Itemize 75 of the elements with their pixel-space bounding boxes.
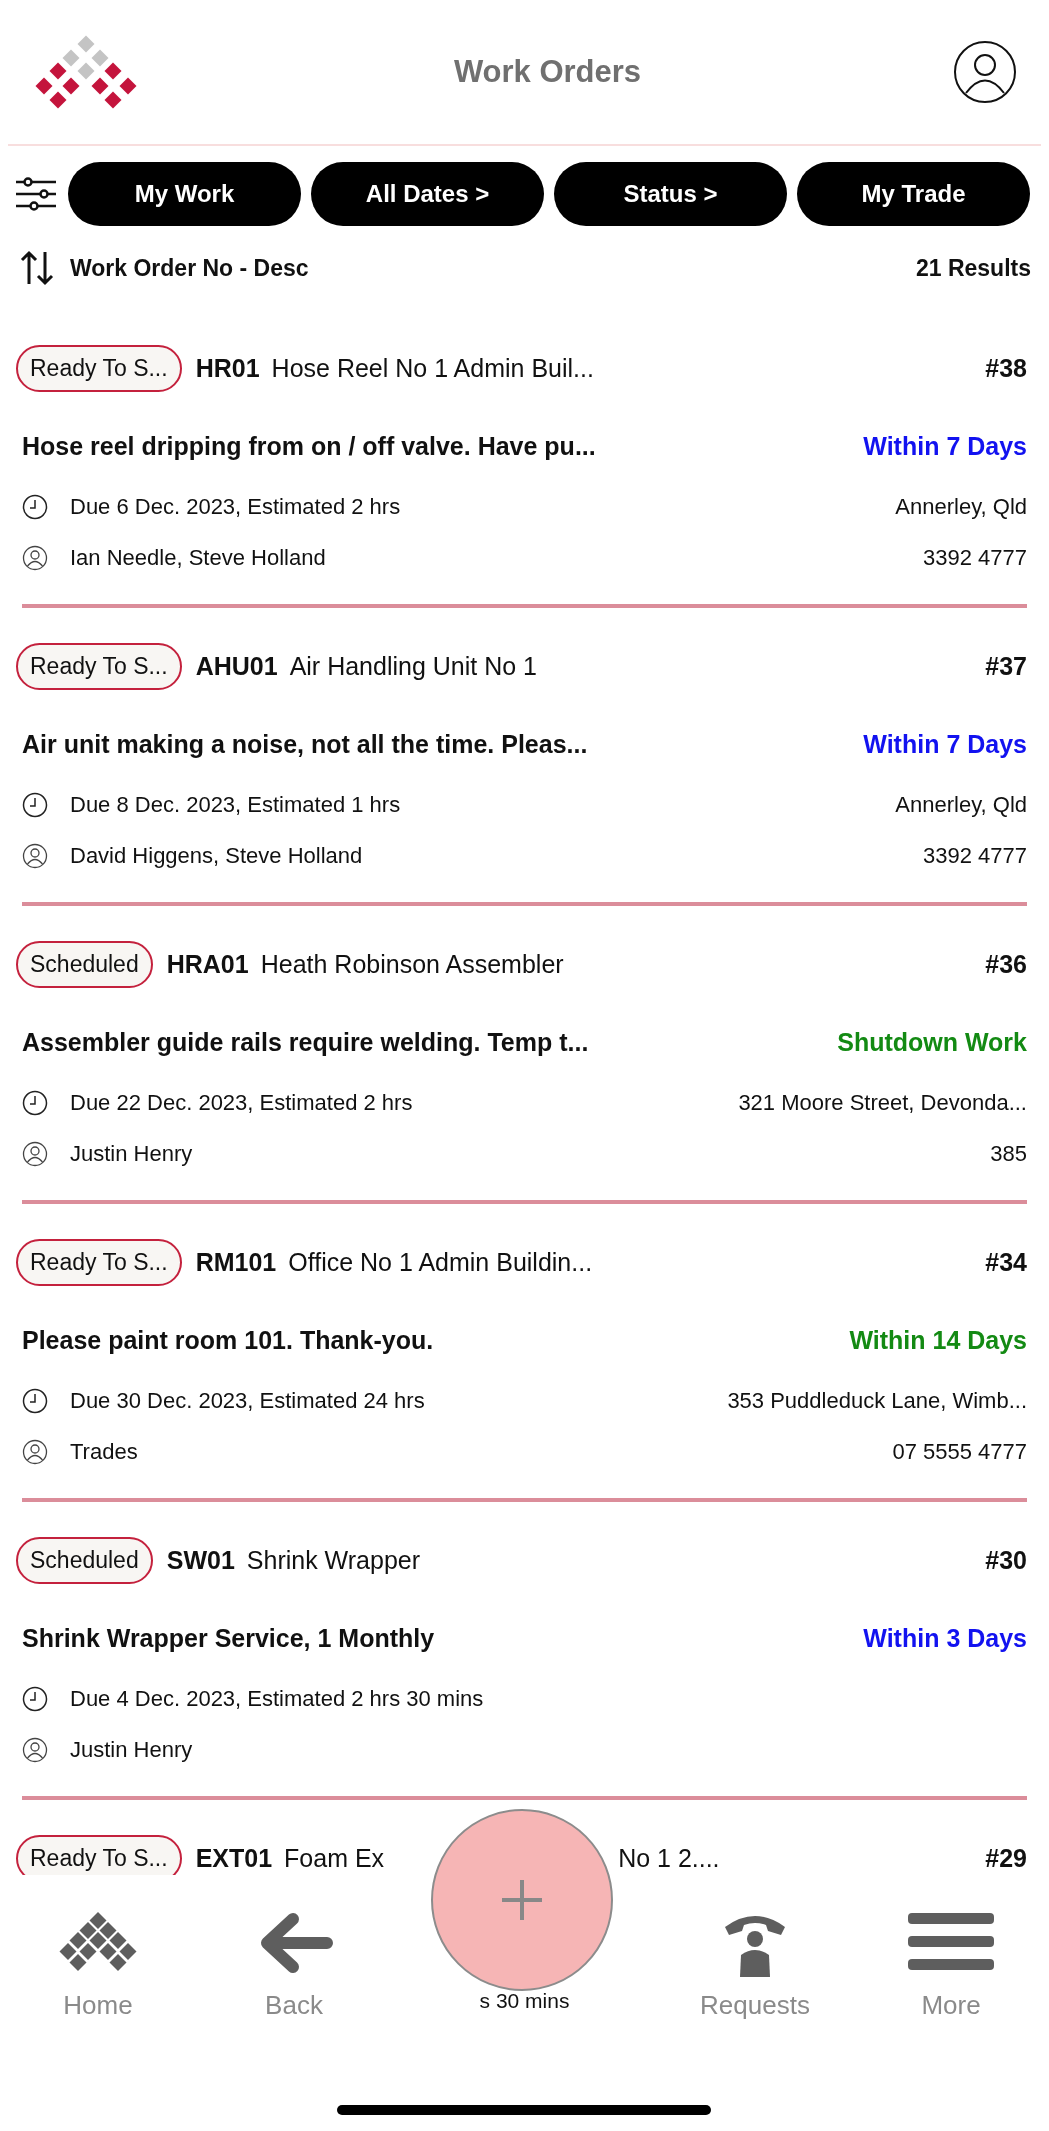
asset-code: HR01 bbox=[195, 353, 260, 383]
due-text: Due 22 Dec. 2023, Estimated 2 hrs bbox=[70, 1090, 413, 1116]
asset-code: SW01 bbox=[166, 1545, 235, 1575]
status-badge: Ready To S... bbox=[16, 1834, 182, 1875]
phone-text: 3392 4777 bbox=[923, 843, 1027, 869]
asset-name: Air Handling Unit No 1 bbox=[289, 651, 537, 681]
clock-icon bbox=[22, 1686, 48, 1712]
sort-label[interactable]: Work Order No - Desc bbox=[70, 254, 309, 282]
location-text: Annerley, Qld bbox=[895, 792, 1027, 818]
filter-button[interactable]: My Work bbox=[68, 162, 301, 226]
due-text: Due 8 Dec. 2023, Estimated 1 hrs bbox=[70, 792, 401, 818]
person-icon bbox=[22, 1439, 48, 1465]
order-number: #36 bbox=[985, 949, 1027, 979]
filter-sliders-icon[interactable] bbox=[14, 177, 58, 211]
results-count: 21 Results bbox=[915, 254, 1031, 282]
status-badge: Ready To S... bbox=[16, 642, 182, 690]
status-badge: Scheduled bbox=[16, 940, 153, 988]
assignees-text: Ian Needle, Steve Holland bbox=[70, 545, 326, 571]
person-icon bbox=[22, 1737, 48, 1763]
priority-label: Shutdown Work bbox=[837, 1027, 1027, 1057]
order-title[interactable]: Assembler guide rails require welding. Temp t... bbox=[22, 1027, 589, 1057]
order-title[interactable]: Air unit making a noise, not all the time. Pleas... bbox=[22, 729, 588, 759]
asset-name: Hose Reel No 1 Admin Buil... bbox=[271, 353, 594, 383]
filter-button[interactable]: Status > bbox=[554, 162, 787, 226]
due-text: Due 30 Dec. 2023, Estimated 24 hrs bbox=[70, 1388, 425, 1414]
order-number: #30 bbox=[985, 1545, 1027, 1575]
location-text: 321 Moore Street, Devonda... bbox=[738, 1090, 1027, 1116]
assignees-text: Trades bbox=[70, 1439, 138, 1465]
clock-icon bbox=[22, 1388, 48, 1414]
asset-name: Heath Robinson Assembler bbox=[260, 949, 564, 979]
assignees-text: Justin Henry bbox=[70, 1141, 193, 1167]
priority-label: Within 14 Days bbox=[849, 1325, 1027, 1355]
order-number: #34 bbox=[985, 1247, 1027, 1277]
asset-name: Office No 1 Admin Buildin... bbox=[288, 1247, 593, 1277]
plus-icon bbox=[500, 1878, 544, 1922]
priority-label: Within 7 Days bbox=[863, 729, 1027, 759]
priority-label: Within 3 Days bbox=[863, 1623, 1027, 1653]
order-title[interactable]: Hose reel dripping from on / off valve. Have pu... bbox=[22, 431, 596, 461]
profile-icon[interactable] bbox=[953, 40, 1017, 104]
due-text: s 30 mins bbox=[479, 1989, 570, 2013]
person-icon bbox=[22, 545, 48, 571]
phone-text: 3392 4777 bbox=[923, 545, 1027, 571]
location-text: Annerley, Qld bbox=[895, 494, 1027, 520]
due-text: Due 6 Dec. 2023, Estimated 2 hrs bbox=[70, 494, 401, 520]
filter-button[interactable]: All Dates > bbox=[311, 162, 544, 226]
priority-label: Within 7 Days bbox=[863, 431, 1027, 461]
page-title: Work Orders bbox=[453, 54, 642, 90]
clock-icon bbox=[22, 792, 48, 818]
asset-name: Foam Ex bbox=[284, 1843, 385, 1873]
asset-name: No 1 2.... bbox=[618, 1843, 720, 1873]
clock-icon bbox=[22, 494, 48, 520]
order-title[interactable]: Please paint room 101. Thank-you. bbox=[22, 1325, 434, 1355]
order-title[interactable]: Shrink Wrapper Service, 1 Monthly bbox=[22, 1623, 435, 1653]
due-text: Due 4 Dec. 2023, Estimated 2 hrs 30 mins bbox=[70, 1686, 484, 1712]
status-badge: Scheduled bbox=[16, 1536, 153, 1584]
person-icon bbox=[22, 843, 48, 869]
assignees-text: David Higgens, Steve Holland bbox=[70, 843, 363, 869]
location-text: 353 Puddleduck Lane, Wimb... bbox=[727, 1388, 1027, 1414]
order-number: #38 bbox=[985, 353, 1027, 383]
asset-name: Shrink Wrapper bbox=[246, 1545, 420, 1575]
phone-text: 07 5555 4777 bbox=[892, 1439, 1027, 1465]
assignees-text: Justin Henry bbox=[70, 1737, 193, 1763]
status-badge: Ready To S... bbox=[16, 344, 182, 392]
phone-text: 385 bbox=[990, 1141, 1027, 1167]
asset-code: RM101 bbox=[195, 1247, 277, 1277]
order-number: #37 bbox=[985, 651, 1027, 681]
clock-icon bbox=[22, 1090, 48, 1116]
asset-code: HRA01 bbox=[166, 949, 249, 979]
sort-arrows-icon[interactable] bbox=[20, 250, 54, 286]
filter-button[interactable]: My Trade bbox=[797, 162, 1030, 226]
asset-code: AHU01 bbox=[195, 651, 278, 681]
asset-code: EXT01 bbox=[195, 1843, 273, 1873]
status-badge: Ready To S... bbox=[16, 1238, 182, 1286]
person-icon bbox=[22, 1141, 48, 1167]
order-number: #29 bbox=[985, 1843, 1027, 1873]
